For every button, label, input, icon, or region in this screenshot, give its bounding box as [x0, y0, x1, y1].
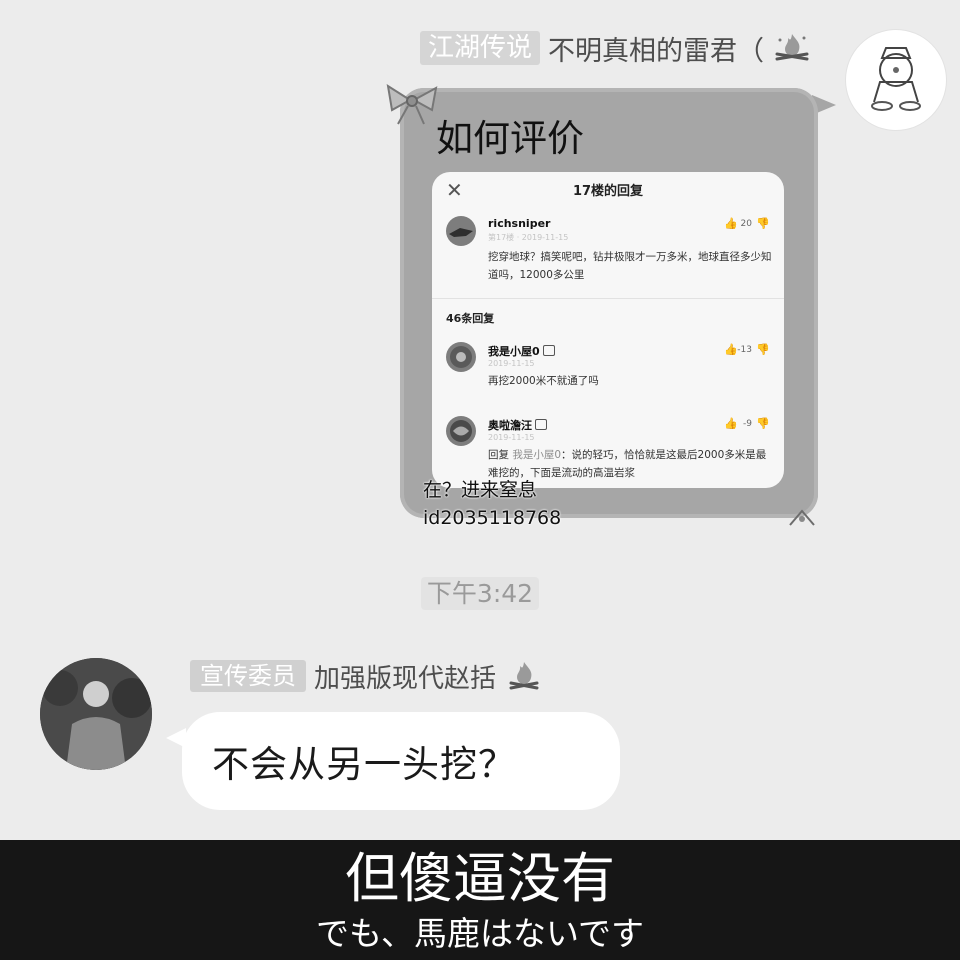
card-title: 17楼的回复: [572, 184, 644, 199]
sender-nickname[interactable]: 加强版现代赵括: [314, 658, 496, 695]
message-text: 不会从另一头挖？: [212, 743, 516, 786]
reply-date: 2019-11-15: [488, 433, 535, 442]
badge-icon: [542, 345, 555, 356]
thumbs-up-icon[interactable]: 👍: [724, 417, 738, 430]
campfire-icon: [772, 28, 812, 68]
message-timestamp: 下午3:42: [0, 574, 960, 610]
divider: [432, 298, 784, 299]
user-avatar: [446, 342, 476, 372]
message1-header: 江湖传说 不明真相的雷君（: [419, 28, 812, 68]
like-count: 20: [740, 219, 752, 229]
bubble-corner-decoration-icon: [786, 505, 818, 535]
message2-header: 宣传委员 加强版现代赵括: [190, 656, 544, 696]
thumbs-down-icon[interactable]: 👎: [756, 417, 770, 430]
sender-avatar[interactable]: [846, 30, 946, 130]
reply-username: 奥啦澹汪: [488, 417, 547, 433]
sender-avatar[interactable]: [40, 658, 152, 770]
campfire-icon: [504, 656, 544, 696]
message2-bubble[interactable]: 不会从另一头挖？: [182, 712, 620, 810]
title-tag: 宣传委员: [190, 660, 306, 692]
user-avatar: [446, 216, 476, 246]
reply-count: 46条回复: [446, 312, 495, 325]
user-avatar: [446, 416, 476, 446]
reply-text: 再挖2000米不就通了吗: [488, 375, 599, 387]
thumbs-down-icon[interactable]: 👎: [756, 343, 770, 356]
thumbs-down-icon[interactable]: 👎: [756, 217, 770, 230]
watermark-line2: id2035118768: [423, 507, 562, 529]
badge-icon: [535, 419, 547, 430]
reply-mention[interactable]: 我是小屋0: [512, 449, 561, 461]
subtitle-main: 但傻逼没有: [345, 847, 615, 910]
thumbs-up-icon[interactable]: 👍: [724, 343, 738, 356]
reply-card-image[interactable]: ✕ 17楼的回复 richsniper 第17楼 · 2019-11-15 挖穿…: [432, 172, 784, 488]
bubble-title: 如何评价: [436, 117, 584, 160]
post-text: 挖穿地球？搞笑呢吧，钻井极限才一万多米，地球直径多少知道吗，12000多公里: [488, 251, 772, 281]
sender-nickname[interactable]: 不明真相的雷君（: [548, 29, 764, 68]
title-tag: 江湖传说: [419, 31, 540, 65]
bow-decoration-icon: [380, 80, 444, 132]
post-username: richsniper: [488, 217, 551, 230]
watermark: 在？进来窒息 id2035118768: [423, 476, 561, 532]
post-meta: 第17楼 · 2019-11-15: [488, 233, 569, 242]
reply-date: 2019-11-15: [488, 359, 535, 368]
like-count: -9: [743, 419, 752, 429]
subtitle-japanese: でも、馬鹿はないです: [315, 914, 645, 953]
reply-username: 我是小屋0: [488, 343, 555, 359]
thumbs-up-icon[interactable]: 👍: [724, 217, 738, 230]
like-count: -13: [737, 345, 752, 355]
watermark-line1: 在？进来窒息: [423, 479, 538, 501]
